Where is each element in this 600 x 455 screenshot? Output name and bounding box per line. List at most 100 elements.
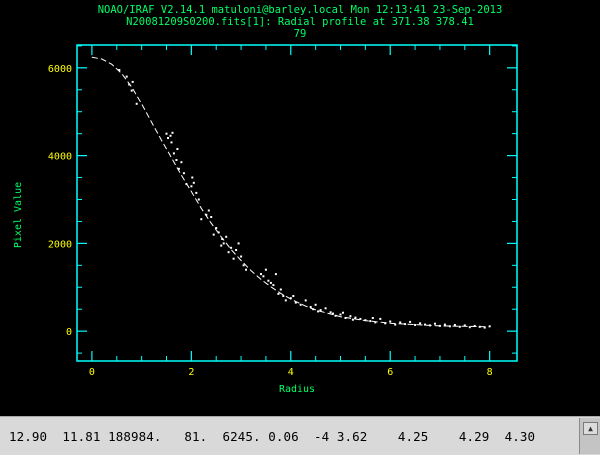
data-point	[478, 325, 481, 328]
data-point	[235, 249, 238, 251]
y-tick-label: 6000	[48, 64, 72, 75]
data-point	[299, 303, 302, 306]
radial-profile-plot[interactable]: NOAO/IRAF V2.14.1 matuloni@barley.local …	[0, 0, 600, 416]
data-point	[314, 303, 317, 306]
data-point	[260, 273, 262, 276]
axis-tick-labels: 0 2 4 6 8 0 2000 4000 6000	[48, 64, 493, 378]
data-point	[304, 299, 307, 302]
data-point	[167, 137, 169, 139]
data-point	[169, 134, 172, 137]
scroll-up-arrow-icon[interactable]: ▲	[583, 422, 598, 435]
data-point	[424, 323, 426, 326]
data-point	[374, 321, 377, 324]
data-point	[342, 311, 344, 314]
data-point	[279, 288, 282, 291]
scrollbar[interactable]: ▲	[579, 418, 600, 454]
data-point	[264, 268, 267, 271]
data-point	[182, 172, 185, 175]
data-point	[225, 235, 228, 238]
data-point	[282, 295, 285, 297]
data-point	[207, 209, 210, 212]
y-axis-label: Pixel Value	[13, 182, 24, 248]
data-point	[359, 317, 362, 320]
data-point	[324, 307, 327, 310]
data-point	[334, 314, 337, 317]
data-point	[277, 292, 280, 295]
x-axis-label: Radius	[279, 384, 315, 395]
data-point	[221, 238, 224, 240]
data-point	[349, 315, 352, 318]
data-point	[125, 75, 128, 78]
data-point	[177, 167, 180, 170]
data-point	[294, 301, 297, 304]
data-point	[222, 242, 225, 245]
data-point	[269, 281, 272, 284]
data-point	[267, 279, 270, 282]
data-point	[289, 297, 292, 300]
data-point	[319, 309, 322, 312]
data-point	[195, 191, 198, 194]
fit-curve	[91, 56, 490, 328]
data-point	[232, 257, 235, 260]
data-point	[443, 323, 446, 326]
data-point	[332, 312, 334, 315]
data-point	[468, 326, 471, 329]
data-point	[245, 268, 247, 271]
data-points	[118, 69, 491, 329]
plot-frame	[76, 44, 518, 362]
data-point	[434, 322, 436, 325]
data-point	[371, 317, 374, 319]
data-point	[274, 273, 277, 276]
data-point	[165, 132, 168, 135]
data-point	[191, 176, 194, 179]
data-point	[312, 308, 315, 311]
data-point	[212, 233, 215, 236]
y-tick-label: 2000	[48, 239, 72, 250]
data-point	[404, 323, 407, 326]
plot-window[interactable]: NOAO/IRAF V2.14.1 matuloni@barley.local …	[0, 0, 600, 416]
data-point	[210, 216, 213, 218]
header-line-1: NOAO/IRAF V2.14.1 matuloni@barley.local …	[98, 4, 503, 16]
data-point	[364, 319, 367, 322]
data-point	[292, 295, 295, 297]
x-tick-label: 6	[387, 367, 393, 378]
data-point	[197, 198, 200, 201]
data-point	[237, 242, 240, 245]
header-line-3: 79	[294, 28, 307, 40]
data-point	[272, 284, 275, 287]
data-point	[284, 299, 287, 302]
data-point	[190, 185, 193, 188]
data-point	[118, 69, 121, 71]
data-point	[488, 325, 491, 328]
data-point	[419, 322, 422, 325]
data-point	[170, 141, 173, 144]
data-point	[429, 324, 431, 327]
y-tick-label: 4000	[48, 152, 72, 163]
data-point	[128, 83, 131, 86]
data-point	[448, 325, 451, 328]
data-point	[483, 326, 486, 329]
data-point	[414, 324, 417, 326]
data-point	[458, 325, 461, 328]
data-point	[131, 80, 134, 83]
x-tick-label: 0	[89, 367, 95, 378]
data-point	[227, 251, 230, 254]
data-point	[185, 183, 188, 186]
axis-ticks	[77, 45, 517, 361]
data-point	[130, 89, 133, 92]
data-point	[262, 275, 265, 278]
data-point	[354, 316, 357, 319]
data-point	[394, 323, 397, 326]
data-point	[171, 131, 174, 134]
x-tick-label: 2	[188, 367, 194, 378]
data-point	[369, 320, 372, 323]
data-point	[200, 218, 203, 221]
x-tick-label: 4	[288, 367, 294, 378]
data-point	[329, 311, 332, 314]
data-point	[135, 102, 138, 105]
data-point	[215, 227, 218, 229]
data-point	[339, 313, 342, 316]
data-point	[399, 321, 402, 324]
data-point	[242, 264, 245, 267]
x-tick-label: 8	[487, 367, 493, 378]
